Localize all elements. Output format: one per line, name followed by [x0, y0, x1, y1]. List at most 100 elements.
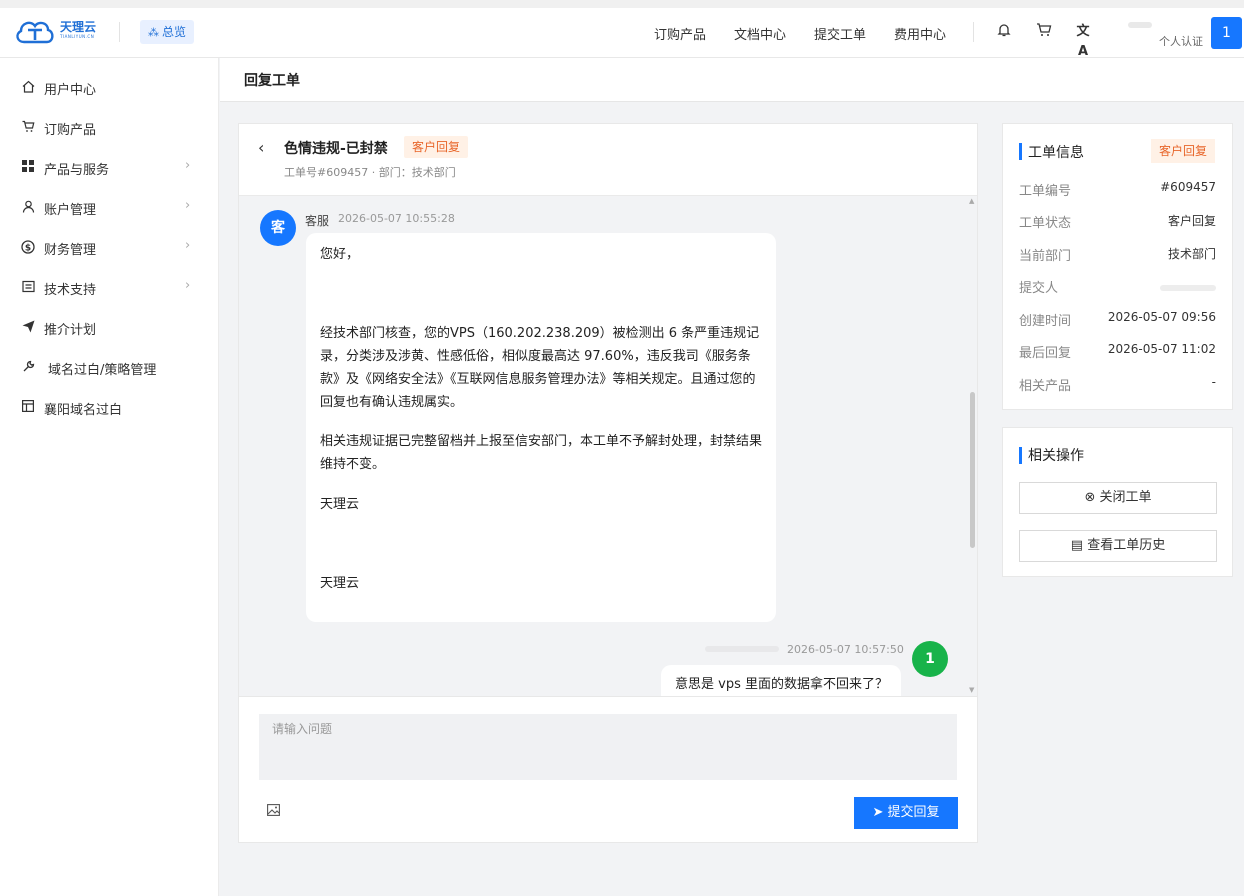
ticket-info-panel: 工单信息 客户回复 工单编号 #609457 工单状态 客户回复 当前部门 技术…: [1002, 123, 1233, 410]
scrollbar-thumb[interactable]: [970, 392, 975, 548]
submit-reply-button[interactable]: ➤ 提交回复: [854, 797, 958, 829]
close-ticket-label: 关闭工单: [1099, 490, 1152, 505]
ticket-meta: 工单号#609457 · 部门：技术部门: [284, 166, 456, 179]
divider: [119, 22, 120, 42]
info-key: 当前部门: [1019, 249, 1072, 264]
message-bubble: 您好， 经技术部门核查，您的VPS（160.202.238.209）被检测出 6…: [306, 233, 776, 622]
sidebar-item-label: 用户中心: [44, 83, 97, 98]
info-row-created: 创建时间 2026-05-07 09:56: [1019, 310, 1216, 330]
page-title: 回复工单: [244, 73, 300, 89]
chevron-right-icon: ›: [185, 198, 191, 213]
sidebar-item-referral[interactable]: 推介计划: [0, 308, 219, 348]
sidebar-item-account[interactable]: 账户管理 ›: [0, 188, 219, 228]
info-key: 最后回复: [1019, 346, 1072, 361]
sidebar-item-xiangyang-whitelist[interactable]: 襄阳域名过白: [0, 388, 219, 428]
status-badge: 客户回复: [1151, 139, 1216, 163]
message-paragraph: 天理云: [320, 497, 360, 512]
user-avatar-badge[interactable]: 1: [1211, 17, 1242, 49]
bell-icon[interactable]: [994, 22, 1014, 42]
sidebar-item-label: 财务管理: [44, 243, 97, 258]
sidebar-item-order-products[interactable]: 订购产品: [0, 108, 219, 148]
nav-order-products[interactable]: 订购产品: [654, 24, 706, 43]
sidebar-item-domain-whitelist[interactable]: 域名过白/策略管理: [0, 348, 219, 388]
message-time: 2026-05-07 10:55:28: [338, 212, 455, 225]
sidebar-item-products-services[interactable]: 产品与服务 ›: [0, 148, 219, 188]
sidebar-item-label: 订购产品: [44, 123, 97, 138]
dollar-icon: $: [21, 240, 35, 254]
panel-title: 相关操作: [1028, 448, 1084, 464]
scroll-up-arrow[interactable]: ▲: [969, 197, 974, 205]
info-key: 相关产品: [1019, 379, 1072, 394]
message-sender: 客服: [305, 214, 330, 228]
image-upload-icon[interactable]: [267, 804, 280, 819]
cart-icon: [21, 120, 35, 134]
divider: [973, 22, 974, 42]
page-header: 回复工单: [220, 58, 1244, 102]
chevron-right-icon: ›: [185, 238, 191, 253]
ticket-actions-panel: 相关操作 ⊗ 关闭工单 ▤ 查看工单历史: [1002, 427, 1233, 577]
panel-title: 工单信息: [1028, 145, 1084, 161]
info-value: 2026-05-07 11:02: [1107, 342, 1216, 356]
chevron-right-icon: ›: [185, 158, 191, 173]
cloud-logo-icon: [16, 21, 54, 44]
cart-icon[interactable]: [1034, 22, 1054, 42]
message-bubble: 意思是 vps 里面的数据拿不回来了？: [661, 665, 901, 696]
wrench-icon: [21, 360, 35, 374]
sidebar-item-finance[interactable]: $ 财务管理 ›: [0, 228, 219, 268]
home-icon: [21, 80, 35, 94]
grid-icon: [21, 160, 35, 174]
message-paragraph: 天理云: [320, 576, 360, 591]
panel-accent-bar: [1019, 447, 1022, 464]
sidebar-item-label: 技术支持: [44, 283, 97, 298]
close-circle-icon: ⊗: [1084, 490, 1100, 505]
scroll-down-arrow[interactable]: ▼: [969, 686, 974, 694]
status-badge: 客户回复: [404, 136, 469, 158]
ticket-chat-panel: ‹ 色情违规-已封禁 客户回复 工单号#609457 · 部门：技术部门 客 客…: [238, 123, 978, 843]
panel-accent-bar: [1019, 143, 1022, 160]
sidebar-item-label: 账户管理: [44, 203, 97, 218]
info-row-last-reply: 最后回复 2026-05-07 11:02: [1019, 342, 1216, 362]
avatar: 客: [260, 210, 296, 246]
info-row-ticket-id: 工单编号 #609457: [1019, 180, 1216, 200]
info-row-submitter: 提交人: [1019, 277, 1216, 297]
user-icon: [21, 200, 35, 214]
brand-name: 天理云: [60, 20, 97, 34]
info-value: #609457: [1160, 180, 1216, 194]
submitter-redacted: [1160, 285, 1216, 291]
svg-text:$: $: [25, 243, 31, 253]
top-bar: 天理云 TIANLIYUN.CN ⁂ 总览 订购产品 文档中心 提交工单 费用中心…: [0, 0, 1244, 59]
submit-reply-label: 提交回复: [887, 805, 940, 820]
nav-billing[interactable]: 费用中心: [894, 24, 946, 43]
info-key: 创建时间: [1019, 314, 1072, 329]
brand-logo[interactable]: 天理云 TIANLIYUN.CN: [14, 16, 98, 50]
message-paragraph: 经技术部门核查，您的VPS（160.202.238.209）被检测出 6 条严重…: [320, 326, 760, 410]
reply-input[interactable]: [259, 714, 957, 780]
message-list[interactable]: 客 客服 2026-05-07 10:55:28 您好， 经技术部门核查，您的V…: [239, 196, 977, 696]
sidebar: 用户中心 订购产品 产品与服务 › 账户管理 › $ 财务管理 › 技术支持 ›…: [0, 58, 219, 896]
info-value: 技术部门: [1167, 247, 1216, 261]
sidebar-item-tech-support[interactable]: 技术支持 ›: [0, 268, 219, 308]
message-time: 2026-05-07 10:57:50: [787, 643, 904, 656]
cert-status[interactable]: 个人认证: [1159, 33, 1203, 49]
message-paragraph: 您好，: [320, 247, 360, 262]
overview-button[interactable]: ⁂ 总览: [140, 20, 195, 44]
ticket-history-button[interactable]: ▤ 查看工单历史: [1019, 530, 1217, 562]
sidebar-item-label: 襄阳域名过白: [44, 403, 123, 418]
sidebar-item-user-center[interactable]: 用户中心: [0, 68, 219, 108]
nav-docs[interactable]: 文档中心: [734, 24, 786, 43]
message-paragraph: 相关违规证据已完整留档并上报至信安部门，本工单不予解封处理，封禁结果维持不变。: [320, 434, 763, 472]
translate-icon[interactable]: 文A: [1073, 22, 1093, 59]
reply-composer: ➤ 提交回复: [239, 696, 977, 842]
sidebar-item-label: 推介计划: [44, 323, 97, 338]
brand-sub: TIANLIYUN.CN: [60, 34, 95, 39]
history-icon: ▤: [1070, 538, 1088, 553]
info-row-department: 当前部门 技术部门: [1019, 245, 1216, 265]
table-icon: [21, 400, 35, 414]
info-key: 提交人: [1019, 281, 1059, 296]
close-ticket-button[interactable]: ⊗ 关闭工单: [1019, 482, 1217, 514]
back-arrow-icon[interactable]: ‹: [258, 138, 264, 157]
info-value: -: [1211, 375, 1216, 389]
send-icon: [21, 320, 35, 334]
nav-submit-ticket[interactable]: 提交工单: [814, 24, 866, 43]
overview-label: 总览: [162, 25, 187, 39]
